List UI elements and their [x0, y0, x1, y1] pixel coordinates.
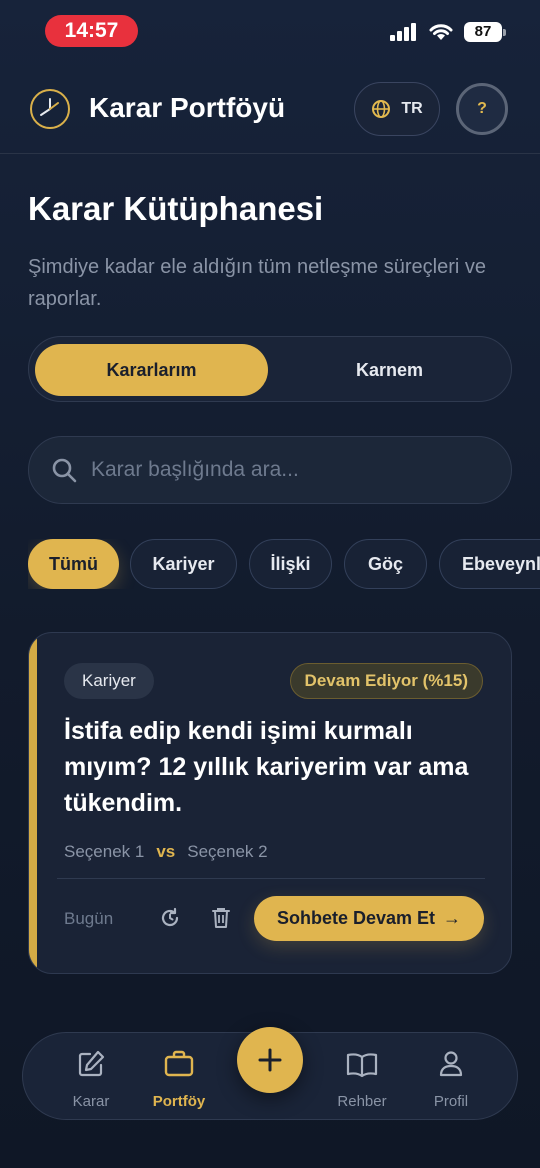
filter-chips: Tümü Kariyer İlişki Göç Ebeveynlik — [28, 539, 540, 589]
nav-label: Karar — [72, 1093, 110, 1110]
nav-portfoy[interactable]: Portföy — [134, 1033, 224, 1121]
option-b: Seçenek 2 — [187, 842, 268, 861]
filter-chip-career[interactable]: Kariyer — [130, 539, 237, 589]
filter-chip-all[interactable]: Tümü — [28, 539, 119, 589]
page-title: Karar Kütüphanesi — [28, 190, 324, 227]
language-label: TR — [401, 100, 423, 117]
arrow-right-icon: → — [443, 908, 462, 928]
search-input[interactable]: Karar başlığında ara... — [91, 458, 299, 482]
filter-chip-parenting[interactable]: Ebeveynlik — [439, 539, 540, 589]
page-subtitle: Şimdiye kadar ele aldığın tüm netleşme s… — [28, 256, 486, 310]
decision-options: Seçenek 1 vs Seçenek 2 — [64, 842, 268, 862]
signal-icon — [390, 23, 416, 41]
category-badge: Kariyer — [64, 663, 154, 699]
new-decision-fab[interactable] — [237, 1027, 303, 1093]
battery-indicator: 87 — [464, 22, 506, 42]
card-accent-bar — [29, 633, 37, 973]
globe-icon — [372, 100, 391, 118]
edit-icon — [76, 1049, 106, 1079]
nav-label: Profil — [433, 1093, 469, 1110]
tab-karnem[interactable]: Karnem — [273, 344, 506, 396]
app-title: Karar Portföyü — [89, 92, 286, 123]
nav-karar[interactable]: Karar — [46, 1033, 136, 1121]
nav-label: Portföy — [152, 1093, 206, 1110]
vs-label: vs — [156, 842, 176, 861]
nav-label: Rehber — [337, 1093, 387, 1110]
segmented-control: Kararlarım Karnem — [28, 336, 512, 402]
status-badge: Devam Ediyor (%15) — [289, 663, 483, 699]
decision-title: İstifa edip kendi işimi kurmalı mıyım? 1… — [64, 717, 469, 817]
filter-chip-migration[interactable]: Göç — [344, 539, 427, 589]
history-button[interactable] — [156, 904, 184, 932]
decision-date: Bugün — [64, 909, 114, 928]
status-time: 14:57 — [45, 15, 138, 47]
app-header: Karar Portföyü TR ? — [0, 80, 540, 154]
briefcase-icon — [163, 1049, 195, 1079]
logo-clock-icon — [30, 89, 70, 129]
search-bar[interactable]: Karar başlığında ara... — [28, 436, 512, 504]
help-button[interactable]: ? — [456, 83, 508, 135]
nav-rehber[interactable]: Rehber — [317, 1033, 407, 1121]
plus-icon — [258, 1048, 282, 1072]
user-icon — [437, 1049, 465, 1079]
status-icons: 87 — [390, 22, 506, 42]
option-a: Seçenek 1 — [64, 842, 145, 861]
book-icon — [345, 1049, 379, 1079]
continue-chat-button[interactable]: Sohbete Devam Et → — [254, 896, 484, 941]
continue-chat-label: Sohbete Devam Et — [276, 908, 436, 928]
card-divider — [57, 878, 485, 879]
status-bar: 14:57 87 — [0, 0, 540, 60]
search-icon — [52, 458, 77, 483]
decision-card[interactable]: Kariyer Devam Ediyor (%15) İstifa edip k… — [28, 632, 512, 974]
language-button[interactable]: TR — [354, 82, 440, 136]
trash-icon — [212, 908, 230, 928]
wifi-icon — [429, 24, 453, 40]
history-icon — [161, 907, 179, 927]
delete-button[interactable] — [207, 904, 235, 932]
tab-kararlarim[interactable]: Kararlarım — [35, 344, 268, 396]
nav-profil[interactable]: Profil — [406, 1033, 496, 1121]
filter-chip-relationship[interactable]: İlişki — [249, 539, 332, 589]
